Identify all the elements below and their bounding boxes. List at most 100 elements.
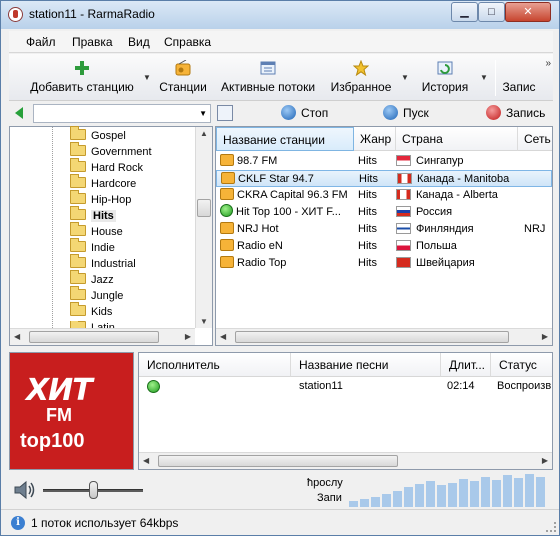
- folder-icon: [70, 190, 86, 204]
- table-row[interactable]: Radio Top Hits Швейцария: [216, 255, 552, 272]
- column-header-name[interactable]: Название станции: [216, 127, 354, 151]
- record-toolbar-button[interactable]: Запис: [501, 58, 537, 98]
- play-button[interactable]: Пуск: [383, 105, 429, 120]
- table-row[interactable]: Radio eN Hits Польша: [216, 238, 552, 255]
- tree-item[interactable]: Kids: [70, 302, 112, 321]
- table-row-selected[interactable]: CKLF Star 94.7 Hits Канада - Manitoba: [216, 170, 552, 187]
- favorites-dropdown-icon[interactable]: ▼: [401, 73, 410, 82]
- folder-icon: [70, 174, 86, 188]
- cover-text-hit: ХИТ: [26, 373, 93, 408]
- folder-icon: [70, 206, 86, 220]
- history-dropdown-icon[interactable]: ▼: [480, 73, 489, 82]
- tree-vertical-scrollbar[interactable]: ▲ ▼: [195, 127, 212, 328]
- history-button[interactable]: История: [413, 58, 477, 98]
- folder-icon: [70, 222, 86, 236]
- tree-item[interactable]: Hip-Hop: [70, 190, 131, 209]
- folder-icon: [70, 126, 86, 140]
- radio-icon: [220, 188, 234, 200]
- search-combo[interactable]: ▼: [33, 104, 211, 123]
- scroll-right-icon[interactable]: ▶: [185, 332, 191, 341]
- close-button[interactable]: ✕: [505, 2, 551, 22]
- scroll-thumb[interactable]: [235, 331, 509, 343]
- track-status-cell: Воспроизв: [497, 380, 552, 392]
- cover-text-top100: top100: [20, 430, 85, 452]
- active-streams-label: Активные потоки: [220, 80, 316, 94]
- level-bar: [426, 481, 435, 507]
- volume-slider-thumb[interactable]: [89, 481, 98, 499]
- folder-icon: [70, 238, 86, 252]
- chevron-down-icon[interactable]: ▼: [199, 109, 207, 118]
- minimize-button[interactable]: ▁: [451, 2, 478, 22]
- scroll-left-icon[interactable]: ◀: [14, 332, 20, 341]
- level-bar: [514, 478, 523, 507]
- star-icon: [353, 60, 369, 76]
- maximize-button[interactable]: □: [478, 2, 505, 22]
- column-header-country[interactable]: Страна: [396, 127, 518, 151]
- record-toolbar-label: Запис: [502, 80, 536, 94]
- scroll-right-icon[interactable]: ▶: [542, 456, 548, 465]
- speaker-icon[interactable]: [13, 480, 37, 500]
- tree-item[interactable]: Industrial: [70, 254, 136, 273]
- level-bar: [349, 501, 358, 507]
- singapore-flag-icon: [396, 155, 411, 166]
- level-bar: [371, 497, 380, 507]
- tree-item[interactable]: Government: [70, 142, 152, 161]
- tracks-horizontal-scrollbar[interactable]: ◀ ▶: [139, 452, 552, 469]
- cover-text-fm: FM: [46, 405, 72, 425]
- column-header-genre[interactable]: Жанр: [354, 127, 396, 151]
- stations-button[interactable]: Станции: [157, 58, 209, 98]
- folder-icon: [70, 158, 86, 172]
- history-icon: [437, 61, 453, 75]
- scroll-left-icon[interactable]: ◀: [143, 456, 149, 465]
- table-row[interactable]: NRJ Hot Hits Финляндия NRJ: [216, 221, 552, 238]
- favorites-button[interactable]: Избранное: [325, 58, 397, 98]
- genre-tree[interactable]: Gospel Government Hard Rock Hardcore Hip…: [9, 126, 213, 346]
- record-label: Запись: [506, 106, 546, 120]
- scroll-thumb[interactable]: [197, 199, 211, 217]
- menu-file[interactable]: Файл: [26, 35, 56, 49]
- scroll-up-icon[interactable]: ▲: [200, 129, 208, 138]
- radio-icon: [220, 256, 234, 268]
- back-arrow-icon[interactable]: [15, 107, 23, 119]
- navigation-bar: ▼ Стоп Пуск Запись: [9, 102, 553, 125]
- record-button[interactable]: Запись: [486, 105, 545, 120]
- resize-grip-icon[interactable]: [546, 522, 556, 532]
- radio-icon: [221, 172, 235, 184]
- menu-help[interactable]: Справка: [164, 35, 211, 49]
- menu-bar: Файл Правка Вид Справка: [9, 31, 553, 53]
- active-streams-button[interactable]: Активные потоки: [214, 58, 322, 98]
- tree-horizontal-scrollbar[interactable]: ◀ ▶: [10, 328, 195, 345]
- toolbar-overflow-icon[interactable]: »: [545, 58, 551, 69]
- tree-item[interactable]: Hardcore: [70, 174, 136, 193]
- scroll-thumb[interactable]: [158, 455, 398, 467]
- scroll-thumb[interactable]: [29, 331, 159, 343]
- menu-edit[interactable]: Правка: [72, 35, 113, 49]
- folder-icon: [70, 286, 86, 300]
- scroll-down-icon[interactable]: ▼: [200, 317, 208, 326]
- column-header-song[interactable]: Название песни: [291, 353, 441, 377]
- radio-icon: [220, 239, 234, 251]
- column-header-status[interactable]: Статус: [491, 353, 552, 377]
- column-header-network[interactable]: Сеть: [518, 127, 552, 151]
- radio-icon: [220, 154, 234, 166]
- stop-button[interactable]: Стоп: [281, 105, 328, 120]
- table-row[interactable]: 98.7 FM Hits Сингапур: [216, 153, 552, 170]
- app-icon: [8, 7, 23, 22]
- add-icon: [75, 61, 89, 75]
- folder-icon: [70, 254, 86, 268]
- add-station-button[interactable]: Добавить станцию: [23, 58, 141, 98]
- scroll-left-icon[interactable]: ◀: [220, 332, 226, 341]
- table-row[interactable]: CKRA Capital 96.3 FM Hits Канада - Alber…: [216, 187, 552, 204]
- add-station-dropdown-icon[interactable]: ▼: [143, 73, 152, 82]
- finland-flag-icon: [396, 223, 411, 234]
- column-header-duration[interactable]: Длит...: [441, 353, 491, 377]
- stations-horizontal-scrollbar[interactable]: ◀ ▶: [216, 328, 552, 345]
- scroll-right-icon[interactable]: ▶: [542, 332, 548, 341]
- station-list-icon[interactable]: [217, 105, 233, 121]
- column-header-artist[interactable]: Исполнитель: [139, 353, 291, 377]
- play-icon: [383, 105, 398, 120]
- menu-view[interactable]: Вид: [128, 35, 150, 49]
- table-row[interactable]: Hit Top 100 - ХИТ F... Hits Россия: [216, 204, 552, 221]
- tree-item[interactable]: Hard Rock: [70, 158, 143, 177]
- list-window-icon: [260, 61, 276, 75]
